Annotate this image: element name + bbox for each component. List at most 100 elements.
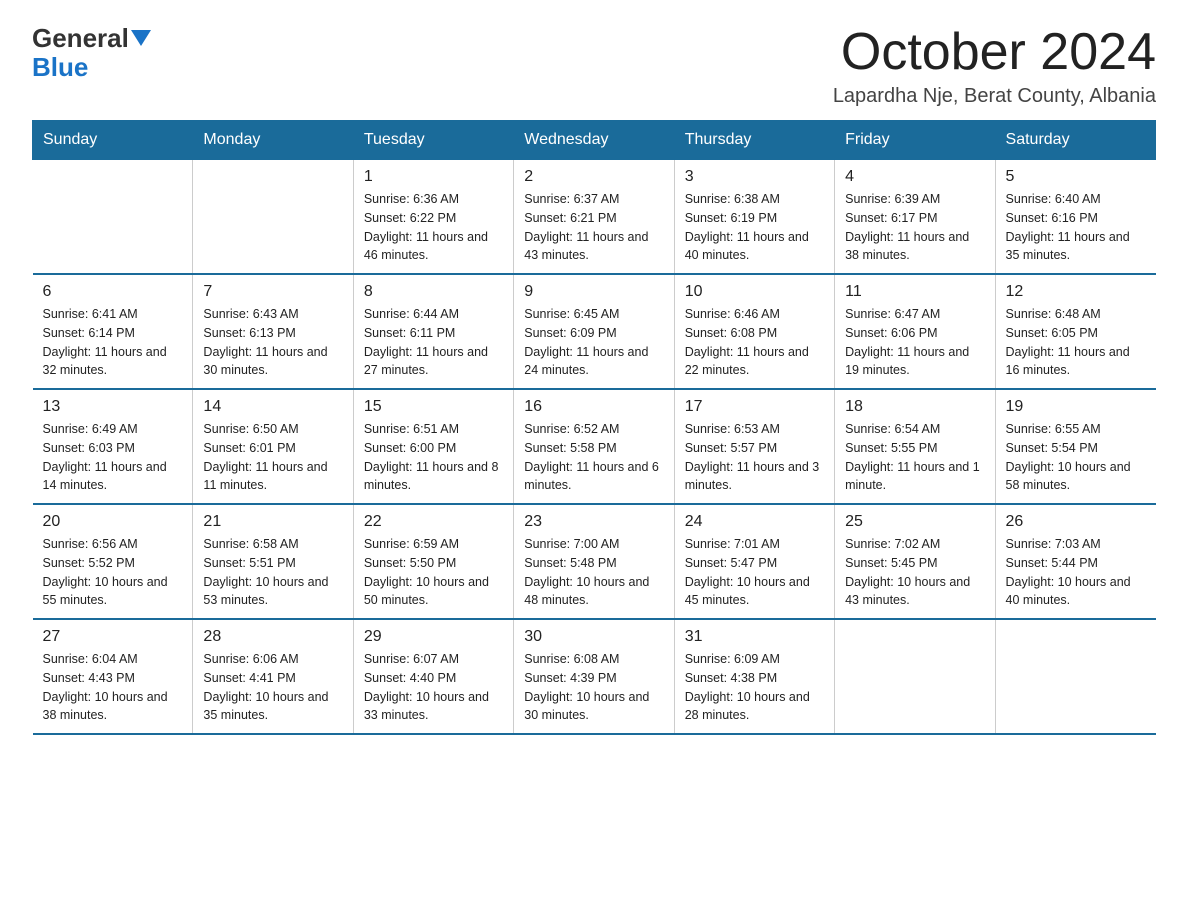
day-number: 9: [524, 283, 663, 301]
calendar-cell: 10 Sunrise: 6:46 AMSunset: 6:08 PMDayligh…: [674, 274, 834, 389]
day-number: 28: [203, 628, 342, 646]
day-info: Sunrise: 6:43 AMSunset: 6:13 PMDaylight:…: [203, 305, 342, 380]
day-number: 6: [43, 283, 183, 301]
day-info: Sunrise: 6:59 AMSunset: 5:50 PMDaylight:…: [364, 535, 503, 610]
subtitle: Lapardha Nje, Berat County, Albania: [833, 85, 1156, 108]
day-info: Sunrise: 6:49 AMSunset: 6:03 PMDaylight:…: [43, 420, 183, 495]
day-number: 27: [43, 628, 183, 646]
calendar-cell: [33, 160, 193, 275]
header-cell-saturday: Saturday: [995, 121, 1155, 160]
day-info: Sunrise: 7:02 AMSunset: 5:45 PMDaylight:…: [845, 535, 984, 610]
day-info: Sunrise: 6:04 AMSunset: 4:43 PMDaylight:…: [43, 650, 183, 725]
day-info: Sunrise: 6:41 AMSunset: 6:14 PMDaylight:…: [43, 305, 183, 380]
calendar-cell: 5Sunrise: 6:40 AMSunset: 6:16 PMDaylight…: [995, 160, 1155, 275]
calendar-cell: 31 Sunrise: 6:09 AMSunset: 4:38 PMDayligh…: [674, 619, 834, 734]
calendar-week-2: 6 Sunrise: 6:41 AMSunset: 6:14 PMDaylight…: [33, 274, 1156, 389]
day-info: Sunrise: 6:09 AMSunset: 4:38 PMDaylight:…: [685, 650, 824, 725]
calendar-table: SundayMondayTuesdayWednesdayThursdayFrid…: [32, 120, 1156, 735]
calendar-cell: 3Sunrise: 6:38 AMSunset: 6:19 PMDaylight…: [674, 160, 834, 275]
day-number: 12: [1006, 283, 1146, 301]
day-number: 22: [364, 513, 503, 531]
day-info: Sunrise: 6:06 AMSunset: 4:41 PMDaylight:…: [203, 650, 342, 725]
calendar-cell: 23Sunrise: 7:00 AMSunset: 5:48 PMDayligh…: [514, 504, 674, 619]
day-info: Sunrise: 6:58 AMSunset: 5:51 PMDaylight:…: [203, 535, 342, 610]
calendar-cell: 4 Sunrise: 6:39 AMSunset: 6:17 PMDaylight…: [835, 160, 995, 275]
calendar-cell: 14 Sunrise: 6:50 AMSunset: 6:01 PMDayligh…: [193, 389, 353, 504]
calendar-cell: 7Sunrise: 6:43 AMSunset: 6:13 PMDaylight…: [193, 274, 353, 389]
day-number: 11: [845, 283, 984, 301]
day-info: Sunrise: 7:01 AMSunset: 5:47 PMDaylight:…: [685, 535, 824, 610]
logo-general: General: [32, 24, 129, 53]
day-info: Sunrise: 6:36 AMSunset: 6:22 PMDaylight:…: [364, 190, 503, 265]
header-cell-wednesday: Wednesday: [514, 121, 674, 160]
calendar-cell: 26 Sunrise: 7:03 AMSunset: 5:44 PMDayligh…: [995, 504, 1155, 619]
calendar-header: SundayMondayTuesdayWednesdayThursdayFrid…: [33, 121, 1156, 160]
day-number: 1: [364, 168, 503, 186]
day-info: Sunrise: 6:46 AMSunset: 6:08 PMDaylight:…: [685, 305, 824, 380]
day-number: 14: [203, 398, 342, 416]
day-number: 10: [685, 283, 824, 301]
day-number: 23: [524, 513, 663, 531]
day-number: 4: [845, 168, 984, 186]
calendar-cell: 13 Sunrise: 6:49 AMSunset: 6:03 PMDayligh…: [33, 389, 193, 504]
calendar-cell: 22 Sunrise: 6:59 AMSunset: 5:50 PMDayligh…: [353, 504, 513, 619]
day-number: 31: [685, 628, 824, 646]
calendar-cell: 24 Sunrise: 7:01 AMSunset: 5:47 PMDayligh…: [674, 504, 834, 619]
header-cell-sunday: Sunday: [33, 121, 193, 160]
day-info: Sunrise: 6:48 AMSunset: 6:05 PMDaylight:…: [1006, 305, 1146, 380]
calendar-cell: 8 Sunrise: 6:44 AMSunset: 6:11 PMDaylight…: [353, 274, 513, 389]
calendar-cell: [995, 619, 1155, 734]
calendar-cell: [193, 160, 353, 275]
calendar-week-1: 1 Sunrise: 6:36 AMSunset: 6:22 PMDaylight…: [33, 160, 1156, 275]
calendar-cell: 28 Sunrise: 6:06 AMSunset: 4:41 PMDayligh…: [193, 619, 353, 734]
day-info: Sunrise: 6:45 AMSunset: 6:09 PMDaylight:…: [524, 305, 663, 380]
day-number: 15: [364, 398, 503, 416]
calendar-cell: [835, 619, 995, 734]
calendar-cell: 11 Sunrise: 6:47 AMSunset: 6:06 PMDayligh…: [835, 274, 995, 389]
day-number: 16: [524, 398, 663, 416]
calendar-week-4: 20 Sunrise: 6:56 AMSunset: 5:52 PMDayligh…: [33, 504, 1156, 619]
calendar-cell: 27 Sunrise: 6:04 AMSunset: 4:43 PMDayligh…: [33, 619, 193, 734]
calendar-cell: 2Sunrise: 6:37 AMSunset: 6:21 PMDaylight…: [514, 160, 674, 275]
day-info: Sunrise: 6:54 AMSunset: 5:55 PMDaylight:…: [845, 420, 984, 495]
day-number: 24: [685, 513, 824, 531]
day-number: 17: [685, 398, 824, 416]
day-number: 26: [1006, 513, 1146, 531]
calendar-cell: 25 Sunrise: 7:02 AMSunset: 5:45 PMDayligh…: [835, 504, 995, 619]
day-info: Sunrise: 6:37 AMSunset: 6:21 PMDaylight:…: [524, 190, 663, 265]
header-row: SundayMondayTuesdayWednesdayThursdayFrid…: [33, 121, 1156, 160]
day-info: Sunrise: 7:03 AMSunset: 5:44 PMDaylight:…: [1006, 535, 1146, 610]
calendar-cell: 20 Sunrise: 6:56 AMSunset: 5:52 PMDayligh…: [33, 504, 193, 619]
day-number: 5: [1006, 168, 1146, 186]
calendar-cell: 18 Sunrise: 6:54 AMSunset: 5:55 PMDayligh…: [835, 389, 995, 504]
day-number: 20: [43, 513, 183, 531]
day-info: Sunrise: 6:51 AMSunset: 6:00 PMDaylight:…: [364, 420, 503, 495]
calendar-cell: 29 Sunrise: 6:07 AMSunset: 4:40 PMDayligh…: [353, 619, 513, 734]
day-number: 8: [364, 283, 503, 301]
day-number: 3: [685, 168, 824, 186]
day-info: Sunrise: 6:08 AMSunset: 4:39 PMDaylight:…: [524, 650, 663, 725]
day-number: 18: [845, 398, 984, 416]
calendar-cell: 12 Sunrise: 6:48 AMSunset: 6:05 PMDayligh…: [995, 274, 1155, 389]
day-info: Sunrise: 6:44 AMSunset: 6:11 PMDaylight:…: [364, 305, 503, 380]
day-info: Sunrise: 6:07 AMSunset: 4:40 PMDaylight:…: [364, 650, 503, 725]
header-cell-monday: Monday: [193, 121, 353, 160]
day-info: Sunrise: 6:39 AMSunset: 6:17 PMDaylight:…: [845, 190, 984, 265]
day-info: Sunrise: 6:50 AMSunset: 6:01 PMDaylight:…: [203, 420, 342, 495]
calendar-cell: 30 Sunrise: 6:08 AMSunset: 4:39 PMDayligh…: [514, 619, 674, 734]
calendar-cell: 19Sunrise: 6:55 AMSunset: 5:54 PMDayligh…: [995, 389, 1155, 504]
day-number: 30: [524, 628, 663, 646]
day-info: Sunrise: 6:47 AMSunset: 6:06 PMDaylight:…: [845, 305, 984, 380]
header-cell-thursday: Thursday: [674, 121, 834, 160]
day-info: Sunrise: 6:53 AMSunset: 5:57 PMDaylight:…: [685, 420, 824, 495]
day-info: Sunrise: 6:56 AMSunset: 5:52 PMDaylight:…: [43, 535, 183, 610]
day-number: 19: [1006, 398, 1146, 416]
calendar-cell: 9 Sunrise: 6:45 AMSunset: 6:09 PMDaylight…: [514, 274, 674, 389]
day-info: Sunrise: 6:52 AMSunset: 5:58 PMDaylight:…: [524, 420, 663, 495]
calendar-cell: 16 Sunrise: 6:52 AMSunset: 5:58 PMDayligh…: [514, 389, 674, 504]
day-number: 13: [43, 398, 183, 416]
calendar-cell: 1 Sunrise: 6:36 AMSunset: 6:22 PMDaylight…: [353, 160, 513, 275]
day-number: 25: [845, 513, 984, 531]
day-number: 29: [364, 628, 503, 646]
calendar-cell: 21Sunrise: 6:58 AMSunset: 5:51 PMDayligh…: [193, 504, 353, 619]
